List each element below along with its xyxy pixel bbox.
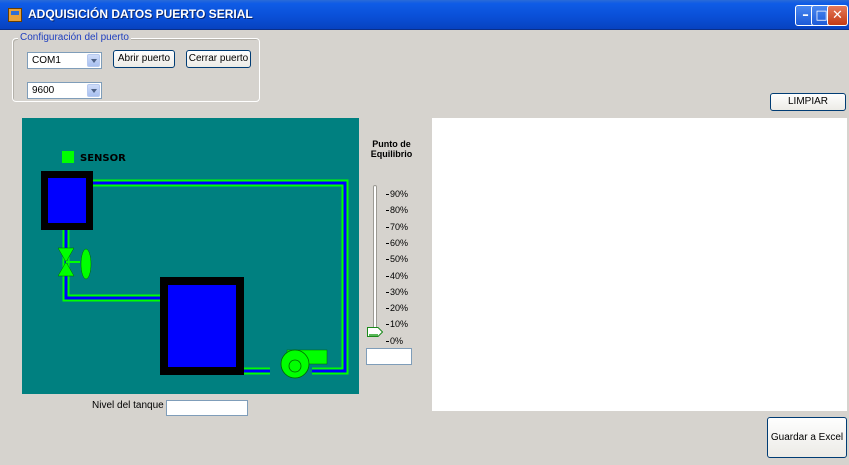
slider-tick <box>386 227 389 228</box>
chevron-down-icon[interactable] <box>87 54 100 67</box>
setpoint-slider-thumb[interactable] <box>367 327 383 337</box>
slider-tick <box>386 308 389 309</box>
slider-tick-label: 10% <box>390 319 409 329</box>
setpoint-title: Punto de Equilibrio <box>364 139 419 159</box>
baud-select-value: 9600 <box>32 85 55 96</box>
slider-tick <box>386 210 389 211</box>
tank-level-field[interactable] <box>166 400 248 416</box>
slider-tick <box>386 341 389 342</box>
port-select[interactable]: COM1 <box>27 52 102 69</box>
close-icon: ✕ <box>832 8 843 23</box>
slider-tick-label: 20% <box>390 303 409 313</box>
big-tank-level <box>168 285 236 367</box>
slider-tick-label: 0% <box>390 336 404 346</box>
setpoint-title-line2: Equilibrio <box>370 149 413 159</box>
close-button[interactable]: ✕ <box>827 5 848 26</box>
slider-tick <box>386 243 389 244</box>
slider-tick <box>386 292 389 293</box>
port-select-value: COM1 <box>32 55 61 66</box>
slider-tick-label: 80% <box>390 205 409 215</box>
pipe-left-inlet <box>64 226 162 300</box>
slider-tick-label: 60% <box>390 238 409 248</box>
window-title: ADQUISICIÓN DATOS PUERTO SERIAL <box>28 7 253 21</box>
chevron-down-icon[interactable] <box>87 84 100 97</box>
maximize-icon: □ <box>815 8 828 23</box>
port-config-legend: Configuración del puerto <box>18 32 131 43</box>
slider-tick-label: 40% <box>390 271 409 281</box>
minimize-icon: – <box>802 8 809 23</box>
slider-tick <box>386 259 389 260</box>
slider-tick-label: 50% <box>390 254 409 264</box>
tank-level-label: Nivel del tanque <box>92 400 164 411</box>
slider-tick <box>386 276 389 277</box>
title-bar: ADQUISICIÓN DATOS PUERTO SERIAL – □ ✕ <box>0 0 849 30</box>
setpoint-title-line1: Punto de <box>372 139 411 149</box>
process-diagram-svg: SENSOR <box>41 151 349 379</box>
setpoint-value-field[interactable] <box>366 348 412 365</box>
small-tank-level <box>48 178 86 223</box>
slider-tick <box>386 324 389 325</box>
slider-tick-label: 70% <box>390 222 409 232</box>
sensor-indicator <box>62 151 74 163</box>
open-port-button[interactable]: Abrir puerto <box>113 50 175 68</box>
sensor-label: SENSOR <box>80 153 126 164</box>
slider-tick <box>386 194 389 195</box>
process-diagram: SENSOR <box>22 118 359 394</box>
clear-button[interactable]: LIMPIAR <box>770 93 846 111</box>
baud-select[interactable]: 9600 <box>27 82 102 99</box>
save-excel-button[interactable]: Guardar a Excel <box>767 417 847 458</box>
pipe-outline-left <box>62 226 162 302</box>
app-icon <box>8 8 22 22</box>
slider-tick-label: 30% <box>390 287 409 297</box>
setpoint-slider-track[interactable] <box>373 185 377 335</box>
slider-tick-label: 90% <box>390 189 409 199</box>
close-port-button[interactable]: Cerrar puerto <box>186 50 251 68</box>
data-display-area <box>432 118 847 411</box>
